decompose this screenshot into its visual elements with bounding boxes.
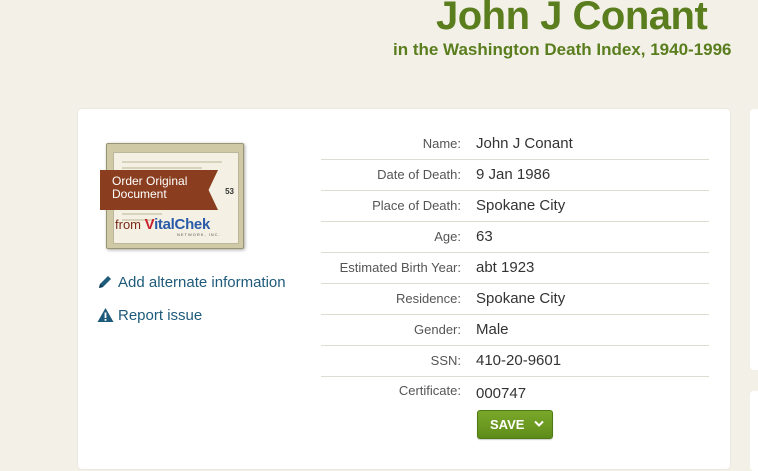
brand-name: italChek bbox=[154, 216, 211, 233]
order-document-thumbnail[interactable]: 53 Order Original Document from VitalChe… bbox=[100, 143, 244, 249]
detail-row-date-of-death: Date of Death: 9 Jan 1986 bbox=[321, 160, 709, 191]
detail-value: abt 1923 bbox=[476, 259, 535, 276]
detail-value: 63 bbox=[476, 228, 493, 245]
side-panel-lower bbox=[750, 391, 758, 471]
detail-label: SSN: bbox=[430, 353, 461, 368]
detail-value: 000747 bbox=[476, 385, 527, 402]
report-issue-label: Report issue bbox=[118, 306, 203, 324]
report-issue-link[interactable]: Report issue bbox=[96, 306, 202, 324]
brand-v: V bbox=[144, 216, 155, 233]
document-number: 53 bbox=[225, 187, 234, 196]
detail-label: Gender: bbox=[414, 322, 461, 337]
detail-row-ssn: SSN: 410-20-9601 bbox=[321, 346, 709, 377]
detail-row-gender: Gender: Male bbox=[321, 315, 709, 346]
detail-label: Name: bbox=[422, 136, 461, 151]
order-original-ribbon[interactable]: Order Original Document bbox=[100, 170, 218, 210]
detail-value: John J Conant bbox=[476, 135, 573, 152]
detail-value: 9 Jan 1986 bbox=[476, 166, 551, 183]
detail-value: Male bbox=[476, 321, 509, 338]
detail-label: Residence: bbox=[395, 291, 461, 306]
side-panel bbox=[750, 109, 758, 370]
page-title: John J Conant bbox=[436, 0, 708, 38]
warning-icon bbox=[96, 306, 114, 324]
detail-row-age: Age: 63 bbox=[321, 222, 709, 253]
detail-value: Spokane City bbox=[476, 197, 566, 214]
detail-row-birth-year: Estimated Birth Year: abt 1923 bbox=[321, 253, 709, 284]
detail-row-certificate: Certificate: 000747 bbox=[321, 377, 709, 407]
detail-label: Estimated Birth Year: bbox=[339, 260, 461, 275]
detail-label: Age: bbox=[434, 229, 461, 244]
detail-label: Date of Death: bbox=[377, 167, 461, 182]
detail-label: Place of Death: bbox=[372, 198, 461, 213]
record-details: Name: John J Conant Date of Death: 9 Jan… bbox=[321, 129, 709, 407]
detail-row-residence: Residence: Spokane City bbox=[321, 284, 709, 315]
detail-value: Spokane City bbox=[476, 290, 566, 307]
chevron-down-icon[interactable] bbox=[534, 419, 545, 431]
from-label: from bbox=[115, 217, 141, 232]
page-subtitle: in the Washington Death Index, 1940-1996 bbox=[393, 40, 732, 59]
save-button[interactable]: SAVE bbox=[477, 410, 553, 439]
detail-value: 410-20-9601 bbox=[476, 352, 562, 369]
brand-subtitle: NETWORK, INC. bbox=[177, 232, 221, 237]
detail-label: Certificate: bbox=[398, 383, 461, 398]
detail-row-name: Name: John J Conant bbox=[321, 129, 709, 160]
vitalchek-logo: from VitalChek bbox=[115, 216, 210, 233]
add-alternate-information-label: Add alternate information bbox=[118, 273, 286, 291]
save-button-label: SAVE bbox=[490, 417, 525, 432]
pencil-icon bbox=[96, 273, 114, 291]
ribbon-line-2: Document bbox=[112, 187, 167, 201]
add-alternate-information-link[interactable]: Add alternate information bbox=[96, 273, 286, 291]
detail-row-place-of-death: Place of Death: Spokane City bbox=[321, 191, 709, 222]
